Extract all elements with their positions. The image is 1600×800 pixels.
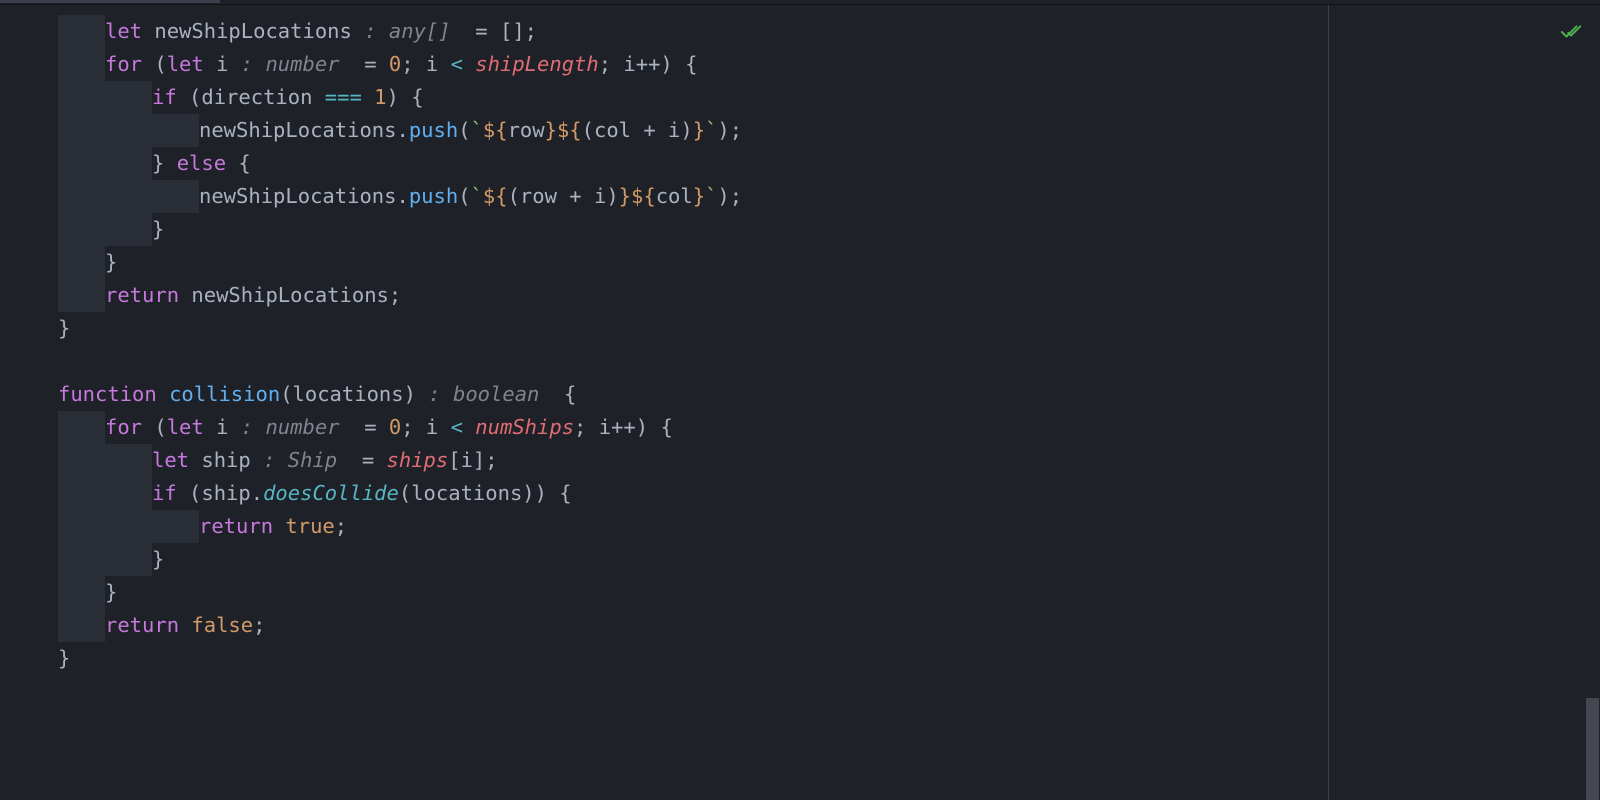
- method-call: push: [409, 184, 458, 208]
- code-line[interactable]: if (direction === 1) {: [58, 81, 1600, 114]
- code-line[interactable]: }: [58, 246, 1600, 279]
- type-hint: : any[]: [352, 19, 463, 43]
- method-call: doesCollide: [263, 481, 399, 505]
- vertical-scrollbar[interactable]: [1586, 5, 1599, 800]
- code-line[interactable]: }: [58, 576, 1600, 609]
- code-editor[interactable]: let newShipLocations : any[] = []; for (…: [0, 5, 1600, 800]
- keyword-return: return: [199, 514, 273, 538]
- code-line[interactable]: [58, 345, 1600, 378]
- code-line[interactable]: }: [58, 543, 1600, 576]
- keyword-return: return: [105, 613, 179, 637]
- code-line[interactable]: function collision(locations) : boolean …: [58, 378, 1600, 411]
- identifier: newShipLocations: [154, 19, 351, 43]
- code-line[interactable]: } else {: [58, 147, 1600, 180]
- code-line[interactable]: let ship : Ship = ships[i];: [58, 444, 1600, 477]
- type-hint: : number: [228, 52, 351, 76]
- keyword-else: else: [177, 151, 226, 175]
- gutter: [0, 5, 58, 800]
- code-line[interactable]: }: [58, 213, 1600, 246]
- code-area[interactable]: let newShipLocations : any[] = []; for (…: [58, 5, 1600, 800]
- keyword-if: if: [152, 481, 177, 505]
- code-line[interactable]: }: [58, 642, 1600, 675]
- code-line[interactable]: return newShipLocations;: [58, 279, 1600, 312]
- code-line[interactable]: return true;: [58, 510, 1600, 543]
- identifier: shipLength: [463, 52, 599, 76]
- code-line[interactable]: for (let i : number = 0; i < shipLength;…: [58, 48, 1600, 81]
- function-name: collision: [169, 382, 280, 406]
- keyword-function: function: [58, 382, 157, 406]
- code-line[interactable]: newShipLocations.push(`${row}${(col + i)…: [58, 114, 1600, 147]
- method-call: push: [409, 118, 458, 142]
- active-tab-indicator: [0, 0, 220, 3]
- code-line[interactable]: for (let i : number = 0; i < numShips; i…: [58, 411, 1600, 444]
- code-line[interactable]: newShipLocations.push(`${(row + i)}${col…: [58, 180, 1600, 213]
- code-line[interactable]: if (ship.doesCollide(locations)) {: [58, 477, 1600, 510]
- keyword-if: if: [152, 85, 177, 109]
- code-line[interactable]: return false;: [58, 609, 1600, 642]
- keyword-return: return: [105, 283, 179, 307]
- type-hint: : boolean: [416, 382, 552, 406]
- keyword-for: for: [105, 415, 142, 439]
- identifier: numShips: [463, 415, 574, 439]
- code-line[interactable]: let newShipLocations : any[] = [];: [58, 15, 1600, 48]
- scrollbar-thumb[interactable]: [1586, 698, 1599, 800]
- keyword-let: let: [105, 19, 142, 43]
- keyword-for: for: [105, 52, 142, 76]
- code-line[interactable]: }: [58, 312, 1600, 345]
- check-all-icon[interactable]: [1560, 19, 1582, 52]
- type-hint: : number: [228, 415, 351, 439]
- identifier: ships: [387, 448, 449, 472]
- type-hint: : Ship: [251, 448, 350, 472]
